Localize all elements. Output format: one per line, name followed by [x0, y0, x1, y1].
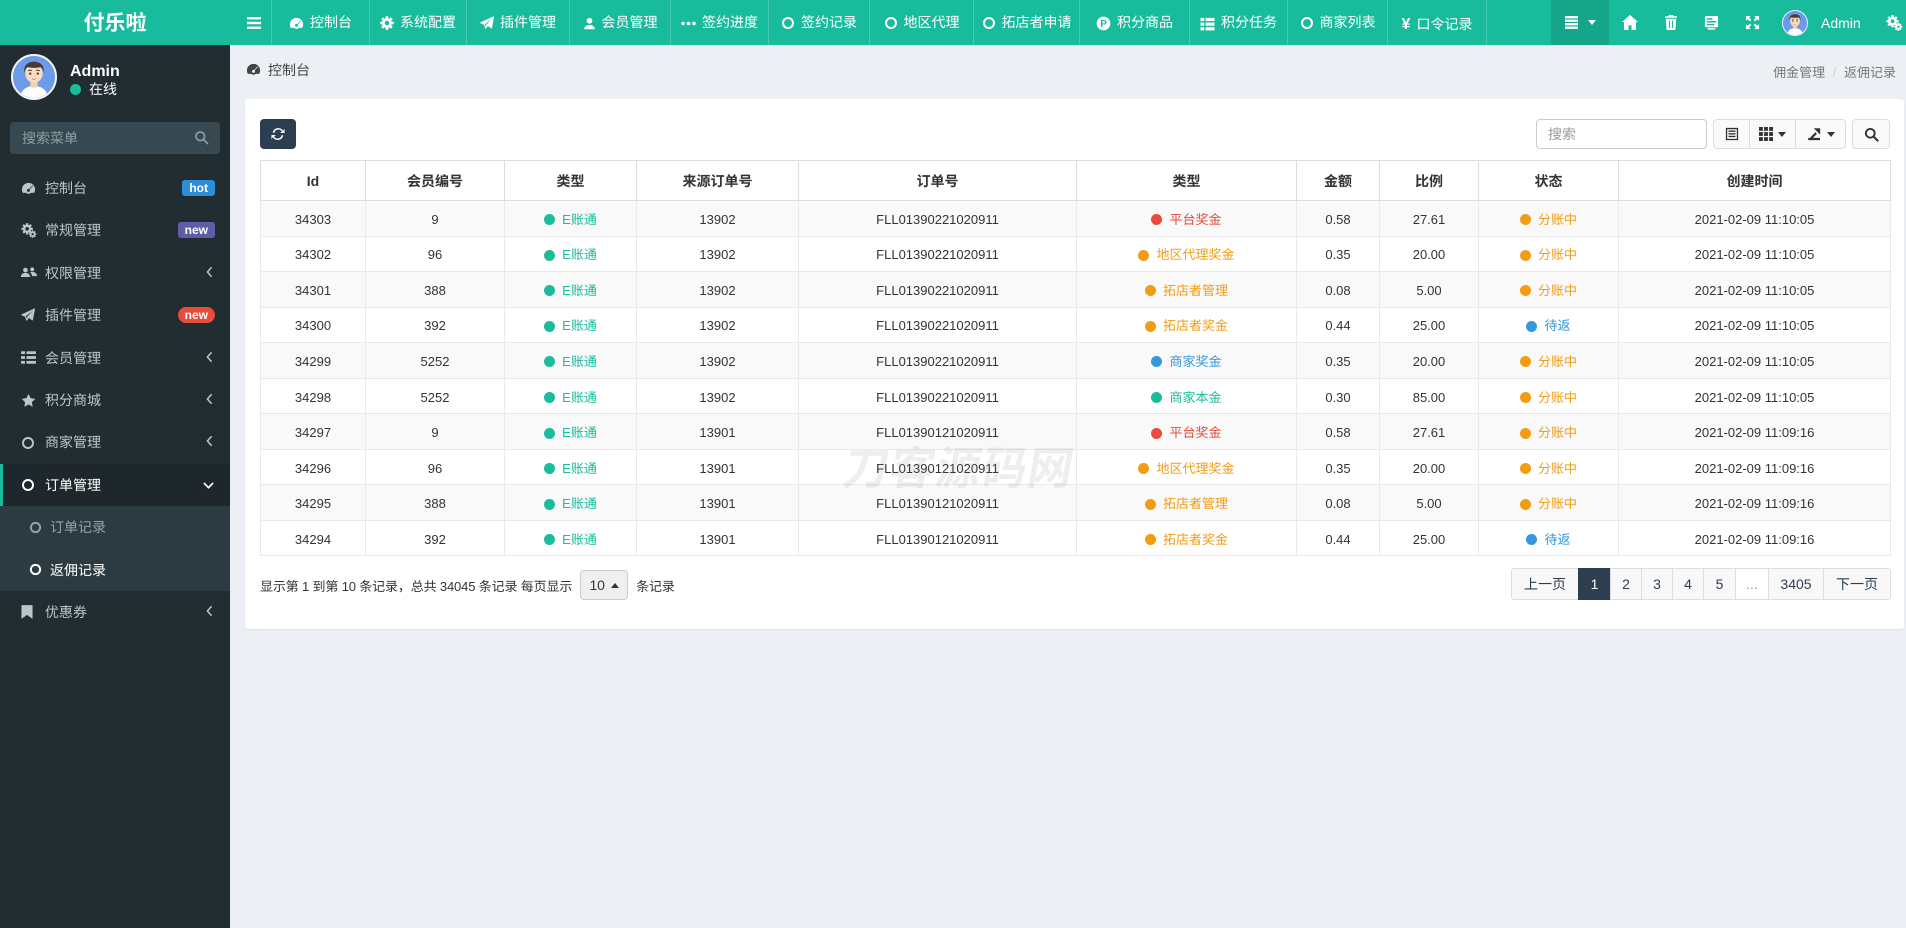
svg-text:P: P [1100, 19, 1107, 30]
